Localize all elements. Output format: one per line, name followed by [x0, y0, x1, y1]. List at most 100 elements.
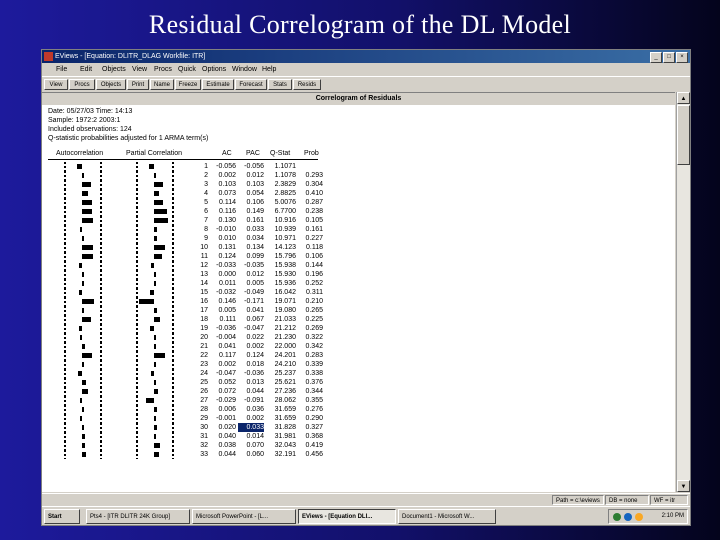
lag-value[interactable]: 33	[194, 450, 208, 459]
prob-value[interactable]: 0.311	[299, 288, 323, 297]
prob-value[interactable]: 0.342	[299, 342, 323, 351]
correlogram-row[interactable]: 31 0.040 0.014 31.981 0.368	[42, 432, 342, 441]
correlogram-row[interactable]: 5 0.114 0.106 5.0076 0.287	[42, 198, 342, 207]
ac-value[interactable]: 0.073	[210, 189, 236, 198]
correlogram-row[interactable]: 30 0.020 0.033 31.828 0.327	[42, 423, 342, 432]
pac-value[interactable]: 0.041	[238, 306, 264, 315]
pac-value[interactable]: 0.067	[238, 315, 264, 324]
qstat-value[interactable]: 31.981	[266, 432, 296, 441]
qstat-value[interactable]: 10.916	[266, 216, 296, 225]
lag-value[interactable]: 12	[194, 261, 208, 270]
lag-value[interactable]: 28	[194, 405, 208, 414]
correlogram-row[interactable]: 17 0.005 0.041 19.080 0.265	[42, 306, 342, 315]
prob-value[interactable]: 0.269	[299, 324, 323, 333]
pac-value[interactable]: 0.012	[238, 270, 264, 279]
ac-value[interactable]: -0.010	[210, 225, 236, 234]
menu-view[interactable]: View	[132, 64, 147, 75]
prob-value[interactable]: 0.225	[299, 315, 323, 324]
pac-value[interactable]: 0.022	[238, 333, 264, 342]
correlogram-row[interactable]: 21 0.041 0.002 22.000 0.342	[42, 342, 342, 351]
objects-button[interactable]: Objects	[96, 79, 126, 90]
pac-value[interactable]: -0.091	[238, 396, 264, 405]
pac-value[interactable]: 0.033	[238, 423, 264, 432]
qstat-value[interactable]: 15.936	[266, 279, 296, 288]
correlogram-row[interactable]: 29 -0.001 0.002 31.659 0.290	[42, 414, 342, 423]
print-button[interactable]: Print	[127, 79, 149, 90]
pac-value[interactable]: 0.060	[238, 450, 264, 459]
prob-value[interactable]: 0.338	[299, 369, 323, 378]
lag-value[interactable]: 26	[194, 387, 208, 396]
pac-value[interactable]: 0.036	[238, 405, 264, 414]
prob-value[interactable]: 0.376	[299, 378, 323, 387]
pac-value[interactable]: 0.014	[238, 432, 264, 441]
correlogram-row[interactable]: 11 0.124 0.099 15.796 0.106	[42, 252, 342, 261]
ac-value[interactable]: 0.002	[210, 171, 236, 180]
qstat-value[interactable]: 21.230	[266, 333, 296, 342]
pac-value[interactable]: -0.035	[238, 261, 264, 270]
correlogram-row[interactable]: 15 -0.032 -0.049 16.042 0.311	[42, 288, 342, 297]
ac-value[interactable]: 0.040	[210, 432, 236, 441]
scroll-down-icon[interactable]: ▼	[677, 480, 690, 492]
prob-value[interactable]: 0.290	[299, 414, 323, 423]
lag-value[interactable]: 20	[194, 333, 208, 342]
pac-value[interactable]: 0.013	[238, 378, 264, 387]
pac-value[interactable]: 0.106	[238, 198, 264, 207]
pac-value[interactable]: 0.161	[238, 216, 264, 225]
correlogram-row[interactable]: 26 0.072 0.044 27.236 0.344	[42, 387, 342, 396]
pac-value[interactable]: -0.171	[238, 297, 264, 306]
qstat-value[interactable]: 1.1078	[266, 171, 296, 180]
menu-procs[interactable]: Procs	[154, 64, 172, 75]
pac-value[interactable]: 0.005	[238, 279, 264, 288]
lag-value[interactable]: 32	[194, 441, 208, 450]
qstat-value[interactable]: 31.659	[266, 405, 296, 414]
freeze-button[interactable]: Freeze	[175, 79, 201, 90]
qstat-value[interactable]: 24.210	[266, 360, 296, 369]
correlogram-row[interactable]: 32 0.038 0.070 32.043 0.419	[42, 441, 342, 450]
qstat-value[interactable]: 25.237	[266, 369, 296, 378]
ac-value[interactable]: 0.000	[210, 270, 236, 279]
ac-value[interactable]: 0.146	[210, 297, 236, 306]
speaker-icon[interactable]	[635, 513, 643, 521]
correlogram-row[interactable]: 20 -0.004 0.022 21.230 0.322	[42, 333, 342, 342]
pac-value[interactable]: 0.124	[238, 351, 264, 360]
lag-value[interactable]: 7	[194, 216, 208, 225]
correlogram-row[interactable]: 13 0.000 0.012 15.930 0.196	[42, 270, 342, 279]
lag-value[interactable]: 21	[194, 342, 208, 351]
correlogram-row[interactable]: 19 -0.036 -0.047 21.212 0.269	[42, 324, 342, 333]
lag-value[interactable]: 1	[194, 162, 208, 171]
qstat-value[interactable]: 5.0076	[266, 198, 296, 207]
qstat-value[interactable]: 2.3829	[266, 180, 296, 189]
prob-value[interactable]: 0.456	[299, 450, 323, 459]
qstat-value[interactable]: 24.201	[266, 351, 296, 360]
lag-value[interactable]: 24	[194, 369, 208, 378]
ac-value[interactable]: 0.103	[210, 180, 236, 189]
pac-value[interactable]: 0.099	[238, 252, 264, 261]
qstat-value[interactable]: 15.930	[266, 270, 296, 279]
ac-value[interactable]: -0.047	[210, 369, 236, 378]
ac-value[interactable]: 0.072	[210, 387, 236, 396]
ac-value[interactable]: -0.004	[210, 333, 236, 342]
lag-value[interactable]: 10	[194, 243, 208, 252]
pac-value[interactable]: 0.033	[238, 225, 264, 234]
ac-value[interactable]: 0.052	[210, 378, 236, 387]
lag-value[interactable]: 23	[194, 360, 208, 369]
network-icon[interactable]	[613, 513, 621, 521]
correlogram-row[interactable]: 10 0.131 0.134 14.123 0.118	[42, 243, 342, 252]
prob-value[interactable]: 0.276	[299, 405, 323, 414]
correlogram-row[interactable]: 27 -0.029 -0.091 28.062 0.355	[42, 396, 342, 405]
qstat-value[interactable]: 28.062	[266, 396, 296, 405]
estimate-button[interactable]: Estimate	[202, 79, 234, 90]
lag-value[interactable]: 3	[194, 180, 208, 189]
ac-value[interactable]: 0.020	[210, 423, 236, 432]
ac-value[interactable]: -0.056	[210, 162, 236, 171]
lag-value[interactable]: 5	[194, 198, 208, 207]
pac-value[interactable]: 0.054	[238, 189, 264, 198]
ac-value[interactable]: 0.114	[210, 198, 236, 207]
lag-value[interactable]: 18	[194, 315, 208, 324]
prob-value[interactable]: 0.322	[299, 333, 323, 342]
prob-value[interactable]: 0.227	[299, 234, 323, 243]
menu-edit[interactable]: Edit	[80, 64, 92, 75]
maximize-button[interactable]: □	[663, 52, 675, 63]
taskbar-item-word[interactable]: Document1 - Microsoft W...	[398, 509, 496, 524]
correlogram-row[interactable]: 6 0.116 0.149 6.7700 0.238	[42, 207, 342, 216]
